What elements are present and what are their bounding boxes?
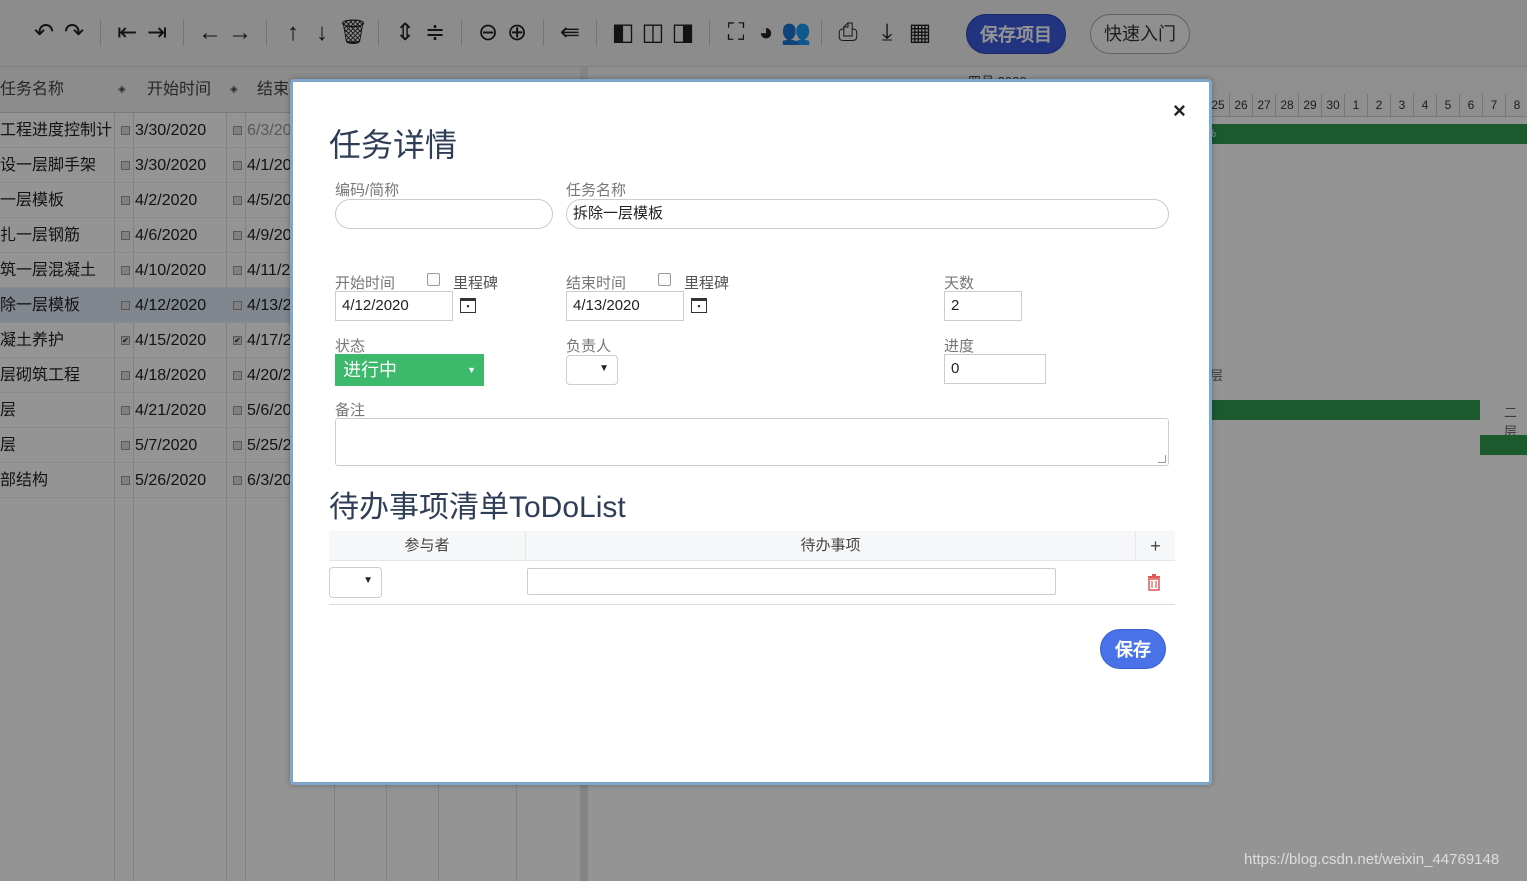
todo-col-participant: 参与者 (404, 537, 450, 554)
todo-row: ▼ (329, 561, 1175, 605)
status-select[interactable]: 进行中 ▼ (335, 354, 484, 386)
resize-handle-icon[interactable] (1158, 455, 1166, 463)
status-label: 状态 (335, 338, 366, 355)
save-button[interactable]: 保存 (1100, 629, 1166, 669)
task-name-input[interactable]: 拆除一层模板 (566, 199, 1169, 229)
days-label: 天数 (944, 275, 975, 292)
task-name-label: 任务名称 (566, 182, 627, 199)
todo-item-input[interactable] (527, 568, 1056, 595)
close-icon[interactable]: × (1173, 98, 1186, 124)
todo-title: 待办事项清单ToDoList (329, 491, 626, 524)
start-date-input[interactable]: 4/12/2020 (335, 291, 453, 321)
progress-label: 进度 (944, 338, 975, 355)
owner-label: 负责人 (566, 338, 612, 355)
code-input[interactable] (335, 199, 553, 229)
participant-select[interactable]: ▼ (329, 567, 382, 598)
trash-icon[interactable] (1147, 573, 1161, 591)
end-date-input[interactable]: 4/13/2020 (566, 291, 684, 321)
notes-label: 备注 (335, 402, 366, 419)
start-milestone-checkbox[interactable] (427, 273, 440, 286)
task-detail-dialog: × 任务详情 编码/简称 任务名称 拆除一层模板 开始时间 里程碑 4/12/2… (290, 79, 1212, 785)
code-label: 编码/简称 (335, 182, 400, 199)
calendar-icon[interactable]: ▪ (691, 298, 707, 313)
progress-input[interactable]: 0 (944, 354, 1046, 384)
chevron-down-icon: ▼ (467, 365, 476, 375)
owner-select[interactable]: ▼ (566, 355, 618, 385)
start-milestone-label: 里程碑 (453, 275, 499, 292)
start-time-label: 开始时间 (335, 275, 396, 292)
end-milestone-checkbox[interactable] (658, 273, 671, 286)
calendar-icon[interactable]: ▪ (460, 298, 476, 313)
days-input[interactable]: 2 (944, 291, 1022, 321)
dialog-title: 任务详情 (329, 127, 458, 163)
add-todo-button[interactable]: + (1136, 531, 1175, 561)
notes-textarea[interactable] (335, 418, 1169, 466)
end-milestone-label: 里程碑 (684, 275, 730, 292)
end-time-label: 结束时间 (566, 275, 627, 292)
chevron-down-icon: ▼ (599, 363, 609, 374)
todo-col-item: 待办事项 (800, 537, 861, 554)
todo-table-header: 参与者 待办事项 + (329, 531, 1175, 561)
chevron-down-icon: ▼ (363, 575, 373, 586)
status-value: 进行中 (343, 360, 397, 380)
watermark-text: https://blog.csdn.net/weixin_44769148 (1244, 851, 1500, 868)
